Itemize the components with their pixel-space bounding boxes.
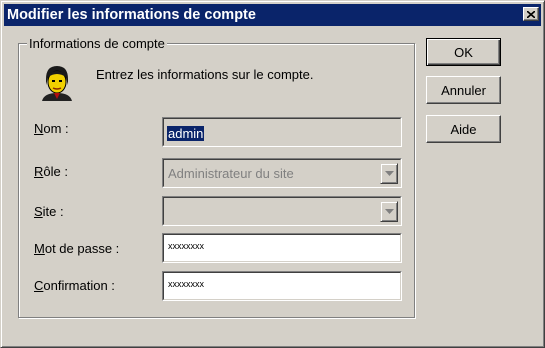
group-legend: Informations de compte xyxy=(27,36,167,51)
site-select xyxy=(162,196,402,226)
chevron-down-icon xyxy=(384,209,394,214)
password-field[interactable]: xxxxxxxx xyxy=(162,233,402,263)
close-button[interactable] xyxy=(523,7,539,21)
confirmation-value: xxxxxxxx xyxy=(168,279,204,289)
nom-field: admin xyxy=(162,117,402,147)
ok-button[interactable]: OK xyxy=(426,38,501,66)
chevron-down-icon xyxy=(384,171,394,176)
confirmation-field[interactable]: xxxxxxxx xyxy=(162,271,402,301)
role-value: Administrateur du site xyxy=(168,166,294,181)
password-value: xxxxxxxx xyxy=(168,241,204,251)
dialog-window: Modifier les informations de compte Info… xyxy=(0,0,545,348)
title-bar[interactable]: Modifier les informations de compte xyxy=(4,4,541,26)
user-face-icon xyxy=(42,66,72,101)
label-password: Mot de passe : xyxy=(34,241,120,256)
role-select: Administrateur du site xyxy=(162,158,402,188)
help-button[interactable]: Aide xyxy=(426,115,501,143)
window-title: Modifier les informations de compte xyxy=(7,7,256,23)
role-dropdown-button xyxy=(380,163,398,184)
site-dropdown-button xyxy=(380,201,398,222)
close-icon xyxy=(527,10,535,18)
label-role: Rôle : xyxy=(34,164,68,179)
label-nom: Nom : xyxy=(34,121,69,136)
label-site: Site : xyxy=(34,204,64,219)
label-confirmation: Confirmation : xyxy=(34,278,115,293)
intro-text: Entrez les informations sur le compte. xyxy=(96,67,314,82)
cancel-button[interactable]: Annuler xyxy=(426,76,501,104)
nom-value: admin xyxy=(167,126,205,141)
